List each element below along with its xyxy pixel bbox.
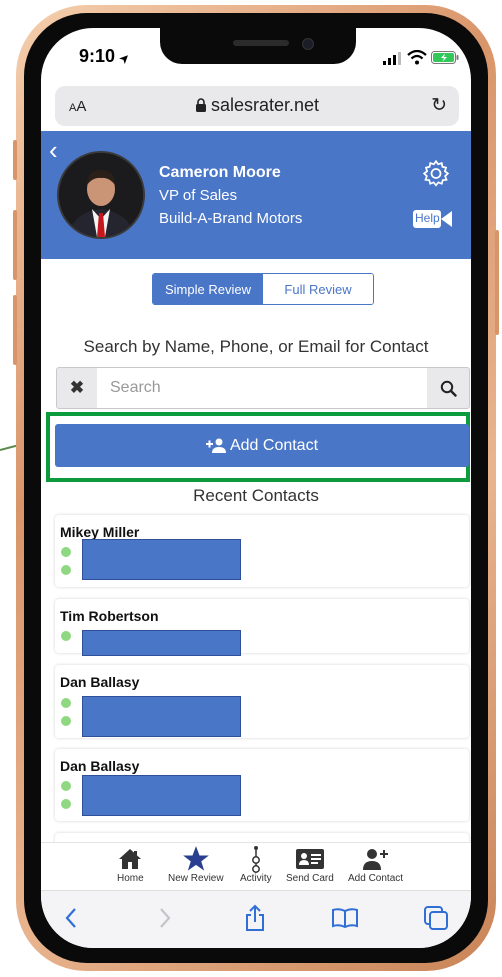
contact-name: Dan Ballasy (60, 758, 140, 774)
tabs-button[interactable] (419, 903, 453, 933)
contact-name: Dan Ballasy (60, 674, 140, 690)
status-dot (61, 631, 71, 641)
share-icon (246, 904, 264, 931)
add-contact-label: Add Contact (229, 436, 319, 454)
url-text: salesrater.net (210, 95, 320, 115)
bezel: 9:10 ➤ AA salesrater.net ↻ ‹ Cameron Moo… (24, 13, 488, 963)
search-input[interactable] (97, 368, 427, 408)
speaker (233, 40, 289, 46)
home-icon (119, 849, 142, 869)
clear-icon[interactable]: ✖ (57, 368, 97, 408)
search-bar: ✖ (56, 367, 470, 409)
card-icon (295, 849, 324, 869)
power-button (495, 230, 499, 335)
gear-icon[interactable] (421, 159, 451, 189)
help-label: Help (415, 211, 440, 225)
signal-icon (383, 52, 401, 65)
nav-activity[interactable]: Activity (240, 845, 272, 884)
chevron-right-icon (160, 908, 171, 928)
profile-name: Cameron Moore (159, 164, 281, 181)
activity-icon (251, 846, 260, 873)
nav-add-contact-label: Add Contact (348, 873, 404, 884)
status-dot (61, 565, 71, 575)
search-icon (440, 380, 457, 397)
chevron-left-icon (65, 908, 76, 928)
url-display[interactable]: salesrater.net (55, 95, 459, 116)
help-video-button[interactable]: Help (413, 208, 453, 235)
review-type-toggle: Simple Review Full Review (152, 273, 374, 305)
nav-add-contact[interactable]: Add Contact (348, 845, 403, 884)
contact-card[interactable]: Mikey Miller (55, 515, 469, 587)
screen: 9:10 ➤ AA salesrater.net ↻ ‹ Cameron Moo… (41, 28, 471, 948)
contact-name: Tim Robertson (60, 608, 159, 624)
share-button[interactable] (238, 903, 272, 933)
mute-switch (13, 140, 17, 180)
nav-home-label: Home (117, 873, 144, 884)
browser-forward-button[interactable] (148, 903, 182, 933)
address-bar[interactable]: AA salesrater.net ↻ (55, 86, 459, 126)
status-dot (61, 799, 71, 809)
profile-company: Build-A-Brand Motors (159, 210, 303, 227)
nav-activity-label: Activity (240, 873, 272, 884)
tabs-icon (424, 906, 448, 930)
phone-frame: 9:10 ➤ AA salesrater.net ↻ ‹ Cameron Moo… (13, 5, 499, 971)
contact-name: Mikey Miller (60, 524, 140, 540)
tab-full-review[interactable]: Full Review (263, 274, 373, 304)
search-label: Search by Name, Phone, or Email for Cont… (83, 337, 429, 356)
redacted-details (82, 539, 241, 580)
wifi-icon (407, 50, 427, 65)
redacted-details (82, 630, 241, 656)
add-contact-button[interactable]: Add Contact (55, 424, 469, 467)
status-dot (61, 698, 71, 708)
search-button[interactable] (427, 368, 469, 408)
profile-title: VP of Sales (159, 187, 238, 204)
status-dot (61, 547, 71, 557)
contact-card[interactable]: Tim Robertson (55, 599, 469, 656)
bottom-nav: Home New Review Activity Send Card Add C… (41, 842, 471, 891)
browser-toolbar (41, 890, 471, 948)
nav-new-review[interactable]: New Review (168, 845, 224, 884)
bookmarks-button[interactable] (328, 903, 362, 933)
location-arrow-icon: ➤ (117, 51, 133, 67)
star-icon (182, 846, 209, 871)
redacted-details (82, 696, 241, 737)
status-dot (61, 716, 71, 726)
profile-header: ‹ Cameron Moore VP of Sales Build-A-Bran… (41, 131, 471, 259)
reload-icon[interactable]: ↻ (431, 94, 447, 117)
back-chevron-icon[interactable]: ‹ (49, 135, 58, 166)
add-user-icon (205, 438, 226, 453)
recent-contacts-title: Recent Contacts (193, 486, 319, 505)
redacted-details (82, 775, 241, 816)
status-bar: 9:10 ➤ (41, 28, 471, 88)
battery-icon (431, 51, 459, 64)
avatar (57, 151, 145, 239)
nav-send-card-label: Send Card (286, 873, 334, 884)
nav-new-review-label: New Review (168, 873, 224, 884)
book-icon (332, 908, 358, 929)
nav-send-card[interactable]: Send Card (286, 845, 334, 884)
browser-back-button[interactable] (54, 903, 88, 933)
nav-home[interactable]: Home (117, 845, 144, 884)
status-time: 9:10 ➤ (79, 46, 133, 67)
status-dot (61, 781, 71, 791)
front-camera (302, 38, 314, 50)
volume-up-button (13, 210, 17, 280)
contact-card[interactable]: Dan Ballasy (55, 665, 469, 738)
contact-card[interactable]: Dan Ballasy (55, 749, 469, 821)
notch (160, 28, 356, 64)
add-user-icon (362, 849, 388, 870)
volume-down-button (13, 295, 17, 365)
tab-simple-review[interactable]: Simple Review (153, 274, 263, 304)
lock-icon (195, 98, 206, 112)
